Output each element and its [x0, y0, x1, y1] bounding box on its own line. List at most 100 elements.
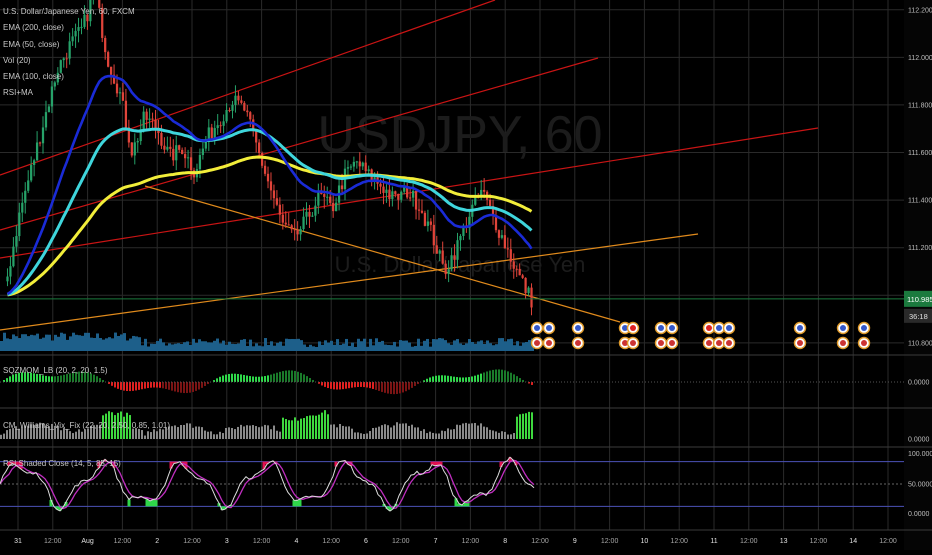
williams-pane-label[interactable]: CM_Williams_Vix_Fix (22, 20, 2.50, 0.85,…	[3, 421, 170, 430]
chart-window[interactable]: 112.200112.000111.800111.600111.400111.2…	[0, 0, 932, 550]
williams-vix-bar	[186, 423, 188, 439]
volume-bar	[210, 342, 213, 351]
volume-bar	[39, 339, 42, 351]
williams-vix-bar	[201, 427, 203, 439]
legend-ema-50[interactable]: EMA (50, close)	[3, 37, 135, 53]
volume-bar	[279, 342, 282, 351]
williams-vix-bar	[66, 429, 68, 439]
momentum-pane-label[interactable]: SQZMOM_LB (20, 2, 20, 1.5)	[3, 366, 107, 375]
williams-vix-bar	[495, 431, 497, 439]
volume-bar	[303, 345, 306, 351]
williams-vix-bar	[3, 434, 5, 439]
momentum-bar	[486, 371, 488, 382]
volume-bar	[33, 335, 36, 351]
williams-vix-bar	[465, 423, 467, 439]
candle-body	[231, 105, 233, 111]
price-tick-label: 111.600	[908, 150, 932, 157]
momentum-bar	[57, 376, 59, 382]
candle-body	[513, 262, 515, 269]
williams-vix-bar	[414, 427, 416, 439]
momentum-bar	[192, 382, 194, 392]
chart-canvas[interactable]: 112.200112.000111.800111.600111.400111.2…	[0, 0, 932, 550]
volume-bar	[273, 346, 276, 351]
flag-icon	[658, 340, 664, 346]
rsi-pane-label[interactable]: RSI Shaded Close (14, 5, 85, 15)	[3, 459, 121, 468]
momentum-bar	[447, 376, 449, 382]
volume-bar	[360, 341, 363, 351]
williams-vix-bar	[369, 431, 371, 439]
momentum-bar	[321, 382, 323, 385]
legend-volume[interactable]: Vol (20)	[3, 53, 135, 69]
momentum-bar	[39, 375, 41, 382]
rsi-tick-label: 100.0000	[908, 451, 932, 458]
momentum-bar	[180, 382, 182, 393]
volume-bar	[480, 340, 483, 351]
williams-vix-bar	[159, 429, 161, 439]
candle-body	[264, 166, 266, 174]
time-tick-label: 12:00	[670, 538, 688, 545]
williams-vix-bar	[72, 433, 74, 439]
volume-bar	[327, 343, 330, 351]
symbol-header[interactable]: U.S. Dollar/Japanese Yen, 60, FXCM	[3, 4, 135, 20]
volume-bar	[402, 341, 405, 351]
momentum-bar	[381, 382, 383, 392]
legend-rsi-ma[interactable]: RSI+MA	[3, 85, 135, 101]
williams-vix-bar	[273, 426, 275, 439]
candle-body	[368, 169, 370, 171]
momentum-bar	[324, 382, 326, 387]
candle-body	[267, 174, 269, 182]
volume-bar	[516, 341, 519, 351]
flag-icon	[840, 340, 846, 346]
williams-vix-bar	[237, 427, 239, 439]
candle-body	[445, 264, 447, 274]
volume-bar	[108, 337, 111, 351]
williams-vix-bar	[183, 425, 185, 439]
volume-bar	[51, 341, 54, 351]
volume-bar	[495, 344, 498, 351]
volume-bar	[42, 338, 45, 351]
candle-body	[202, 149, 204, 155]
williams-vix-bar	[84, 429, 86, 439]
volume-bar	[162, 342, 165, 351]
williams-vix-bar	[282, 418, 284, 439]
momentum-bar	[408, 382, 410, 390]
volume-bar	[30, 335, 33, 351]
volume-bar	[525, 342, 528, 351]
volume-bar	[447, 343, 450, 351]
momentum-bar	[258, 377, 260, 382]
volume-bar	[288, 339, 291, 351]
momentum-bar	[309, 378, 311, 382]
candle-body	[291, 225, 293, 229]
williams-vix-bar	[279, 432, 281, 439]
candle-body	[178, 145, 180, 150]
time-tick-label: 7	[434, 538, 438, 545]
volume-bar	[426, 339, 429, 351]
momentum-bar	[174, 382, 176, 391]
volume-bar	[309, 345, 312, 351]
candle-body	[527, 288, 529, 293]
williams-vix-bar	[396, 422, 398, 439]
candle-body	[143, 112, 145, 129]
williams-vix-bar	[192, 428, 194, 439]
candle-body	[261, 153, 263, 166]
legend-ema-100[interactable]: EMA (100, close)	[3, 69, 135, 85]
volume-bar	[57, 337, 60, 351]
volume-bar	[414, 346, 417, 351]
time-tick-label: 4	[294, 538, 298, 545]
volume-bar	[36, 334, 39, 351]
momentum-bar	[468, 377, 470, 382]
candle-body	[299, 229, 301, 234]
flag-icon	[706, 325, 712, 331]
volume-bar	[252, 346, 255, 351]
williams-vix-bar	[462, 423, 464, 439]
momentum-bar	[357, 382, 359, 387]
legend-ema-200[interactable]: EMA (200, close)	[3, 20, 135, 36]
momentum-bar	[243, 375, 245, 382]
candle-body	[347, 167, 349, 168]
volume-bar	[513, 345, 516, 351]
williams-vix-bar	[405, 423, 407, 439]
williams-vix-bar	[498, 433, 500, 439]
williams-vix-bar	[318, 415, 320, 439]
williams-vix-bar	[492, 431, 494, 439]
candle-body	[507, 248, 509, 249]
